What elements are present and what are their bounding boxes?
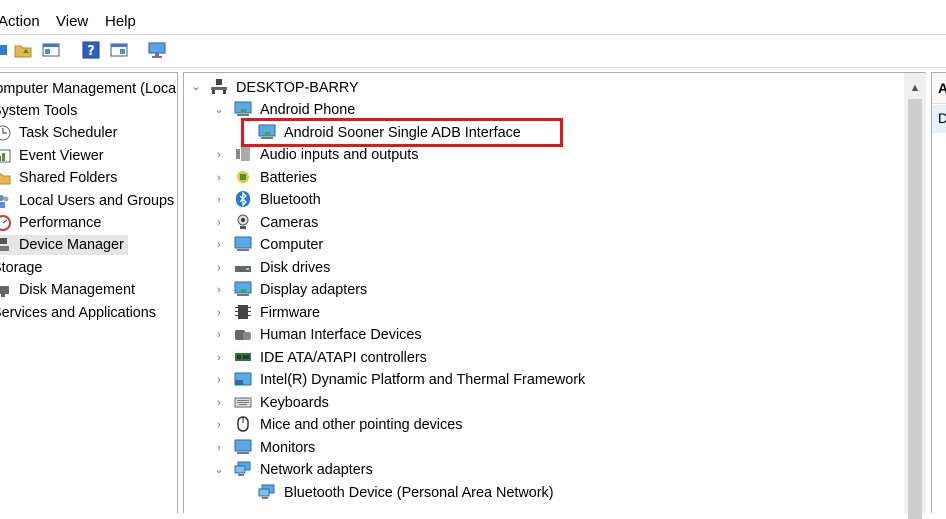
chevron-right-icon[interactable]: ›	[214, 398, 224, 409]
monitor-button[interactable]	[146, 39, 168, 61]
chevron-down-icon[interactable]: ⌄	[214, 105, 224, 116]
category-android-phone[interactable]: Android Phone	[260, 101, 355, 119]
category-item[interactable]: Keyboards	[260, 394, 329, 412]
category-item[interactable]: Firmware	[260, 304, 320, 322]
device-manager-icon	[0, 238, 9, 251]
firmware-icon	[235, 305, 251, 319]
tree-system-tools[interactable]: System Tools	[0, 101, 77, 121]
ide-controller-icon	[235, 353, 251, 361]
up-folder-button[interactable]	[12, 39, 34, 61]
svg-text:?: ?	[87, 44, 95, 59]
chevron-right-icon[interactable]: ›	[214, 218, 224, 229]
chevron-right-icon[interactable]: ›	[214, 285, 224, 296]
chevron-right-icon[interactable]: ›	[214, 195, 224, 206]
clock-icon	[0, 125, 11, 141]
category-item[interactable]: Cameras	[260, 214, 318, 232]
bluetooth-icon	[236, 191, 250, 207]
category-item[interactable]: Disk drives	[260, 259, 330, 277]
scroll-up-arrow-icon[interactable]: ▲	[904, 81, 926, 95]
vertical-scrollbar[interactable]: ▲	[904, 72, 926, 519]
chevron-right-icon[interactable]: ›	[214, 263, 224, 274]
category-item[interactable]: Human Interface Devices	[260, 326, 422, 344]
category-item[interactable]: Mice and other pointing devices	[260, 416, 462, 434]
navigation-tree: Computer Management (Local) System Tools…	[0, 72, 178, 513]
tree-item-shared-folders[interactable]: Shared Folders	[0, 168, 175, 188]
chevron-right-icon[interactable]: ›	[214, 420, 224, 431]
hid-icon	[235, 330, 251, 340]
category-item[interactable]: Batteries	[260, 169, 317, 187]
menu-bar: Action View Help	[0, 0, 946, 34]
monitor-icon	[148, 42, 166, 58]
chevron-right-icon[interactable]: ›	[214, 173, 224, 184]
back-icon	[0, 45, 7, 55]
device-root-label[interactable]: DESKTOP-BARRY	[236, 79, 359, 97]
category-item[interactable]: Monitors	[260, 439, 315, 457]
scroll-thumb[interactable]	[908, 99, 922, 519]
performance-icon	[0, 215, 11, 231]
speaker-icon	[236, 147, 250, 161]
chevron-right-icon[interactable]: ›	[214, 308, 224, 319]
category-item[interactable]: IDE ATA/ATAPI controllers	[260, 349, 427, 367]
chevron-right-icon[interactable]: ›	[214, 330, 224, 341]
device-bluetooth-pan[interactable]: Bluetooth Device (Personal Area Network)	[284, 484, 554, 502]
help-icon: ?	[82, 41, 100, 59]
display-adapter-icon	[234, 281, 252, 296]
menu-action[interactable]: Action	[0, 13, 40, 31]
menubar-divider	[0, 34, 946, 35]
disk-drive-icon	[235, 266, 251, 272]
chevron-right-icon[interactable]: ›	[214, 240, 224, 251]
monitor-icon	[234, 439, 252, 454]
android-phone-icon	[234, 101, 252, 116]
category-item[interactable]: Intel(R) Dynamic Platform and Thermal Fr…	[260, 371, 585, 389]
help-button[interactable]: ?	[80, 39, 102, 61]
tree-item-device-manager[interactable]: Device Manager	[0, 235, 128, 255]
tree-services-applications[interactable]: Services and Applications	[0, 303, 156, 323]
tree-storage[interactable]: Storage	[0, 258, 42, 278]
tree-item-event-viewer[interactable]: Event Viewer	[0, 146, 175, 166]
chevron-down-icon[interactable]: ⌄	[191, 82, 201, 93]
tree-item-task-scheduler[interactable]: Task Scheduler	[0, 123, 175, 143]
bluetooth-pan-icon	[258, 484, 275, 499]
chevron-right-icon[interactable]: ›	[214, 353, 224, 364]
network-adapter-icon	[234, 461, 251, 476]
chevron-down-icon[interactable]: ⌄	[214, 465, 224, 476]
tree-item-local-users[interactable]: Local Users and Groups	[0, 191, 175, 211]
actions-pane: A D	[931, 72, 946, 513]
category-item[interactable]: Computer	[260, 236, 323, 254]
highlight-annotation-box	[241, 118, 563, 147]
chevron-right-icon[interactable]: ›	[214, 150, 224, 161]
up-folder-icon	[14, 45, 32, 58]
tree-item-disk-management[interactable]: Disk Management	[0, 280, 175, 300]
intel-platform-icon	[234, 372, 252, 386]
tree-item-performance[interactable]: Performance	[0, 213, 175, 233]
keyboard-icon	[234, 397, 252, 408]
shared-folder-icon	[0, 173, 11, 185]
menu-view[interactable]: View	[56, 13, 88, 31]
category-item[interactable]: Audio inputs and outputs	[260, 146, 418, 164]
category-item[interactable]: Display adapters	[260, 281, 367, 299]
disk-management-icon	[0, 286, 9, 297]
toolbar-divider	[0, 67, 946, 68]
menu-help[interactable]: Help	[105, 13, 136, 31]
tree-root-computer-management[interactable]: Computer Management (Local)	[0, 79, 177, 99]
show-hide-tree-button[interactable]	[40, 39, 62, 61]
battery-icon	[237, 171, 249, 183]
category-item[interactable]: Bluetooth	[260, 191, 321, 209]
chevron-right-icon[interactable]: ›	[214, 443, 224, 454]
camera-icon	[237, 214, 249, 229]
mouse-icon	[237, 416, 249, 432]
actions-header: A	[932, 73, 946, 104]
chevron-right-icon[interactable]: ›	[214, 375, 224, 386]
category-network-adapters[interactable]: Network adapters	[260, 461, 373, 479]
properties-icon	[110, 43, 128, 57]
properties-button[interactable]	[108, 39, 130, 61]
event-viewer-icon	[0, 149, 11, 163]
toolbar: ?	[0, 36, 946, 66]
users-icon	[0, 195, 9, 208]
actions-item[interactable]: D	[932, 105, 946, 133]
show-hide-tree-icon	[42, 43, 60, 57]
computer-icon	[234, 236, 252, 251]
computer-root-icon	[211, 79, 227, 94]
